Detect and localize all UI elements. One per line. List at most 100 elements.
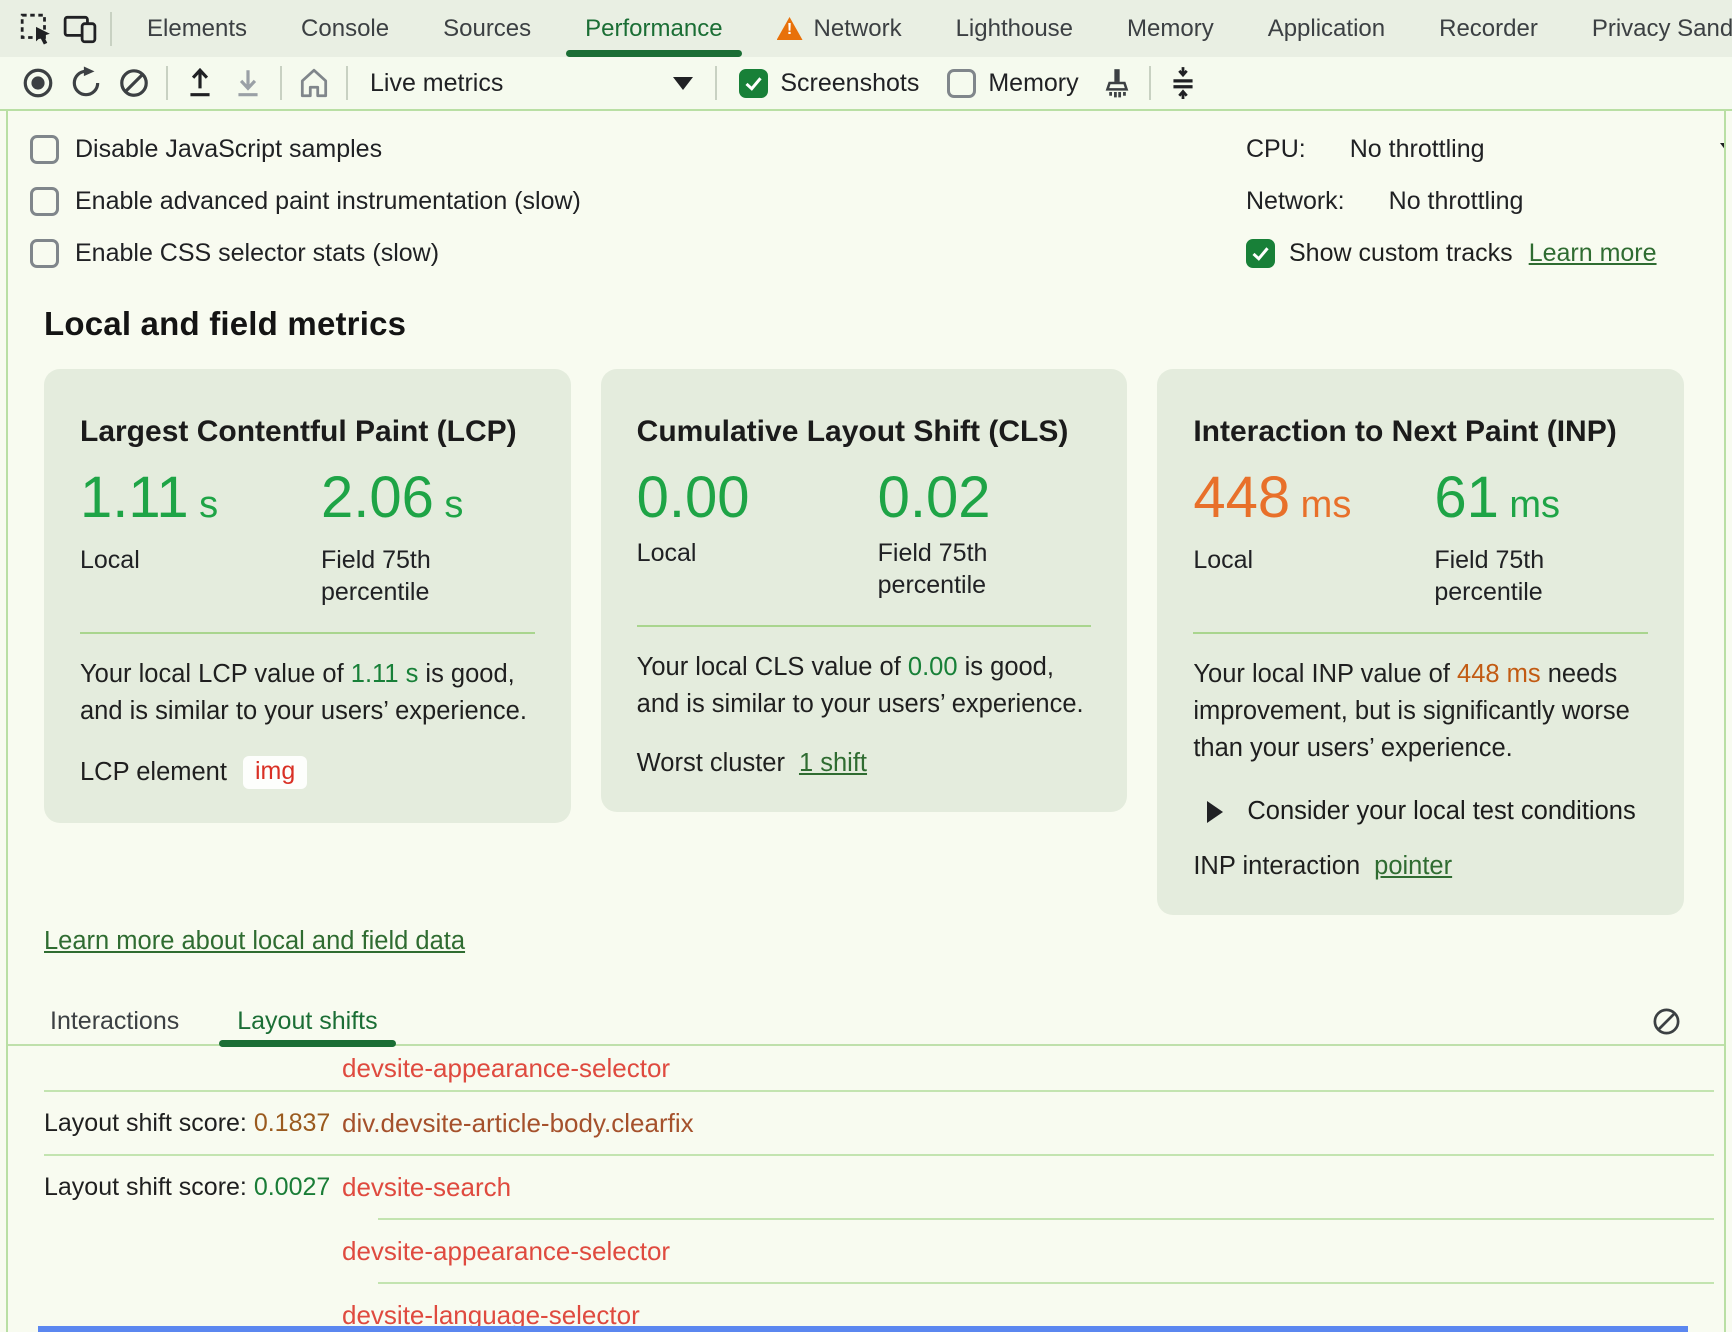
node-link[interactable]: devsite-appearance-selector <box>342 1236 1724 1267</box>
network-value: No throttling <box>1389 187 1524 216</box>
inp-card: Interaction to Next Paint (INP) 448 ms L… <box>1157 369 1684 915</box>
card-divider <box>637 625 1092 627</box>
inspect-cursor-icon <box>19 12 53 46</box>
tab-console[interactable]: Console <box>274 0 416 57</box>
cls-description: Your local CLS value of 0.00 is good, an… <box>637 649 1092 723</box>
cls-local-value: 0.00 <box>637 467 878 529</box>
cls-card-title: Cumulative Layout Shift (CLS) <box>637 415 1092 449</box>
tab-performance[interactable]: Performance <box>558 0 749 57</box>
lcp-element-node-link[interactable]: img <box>243 756 307 789</box>
custom-tracks-checkbox[interactable] <box>1246 239 1275 268</box>
screenshots-label: Screenshots <box>780 69 919 98</box>
custom-tracks-row[interactable]: Show custom tracks Learn more <box>1246 227 1726 279</box>
cls-card: Cumulative Layout Shift (CLS) 0.00 Local… <box>601 369 1128 812</box>
tab-network[interactable]: Network <box>750 0 929 57</box>
disable-js-samples-checkbox[interactable] <box>30 135 59 164</box>
card-divider <box>1193 632 1648 634</box>
throttling-settings: CPU: No throttling Network: No throttlin… <box>1246 123 1726 279</box>
worst-cluster-link[interactable]: 1 shift <box>799 749 867 778</box>
tab-label: Performance <box>585 15 722 43</box>
tab-lighthouse[interactable]: Lighthouse <box>929 0 1100 57</box>
toolbar-separator <box>715 66 717 100</box>
record-button[interactable] <box>14 61 62 105</box>
cpu-value: No throttling <box>1350 135 1485 164</box>
upload-icon <box>183 66 217 100</box>
custom-tracks-learn-more-link[interactable]: Learn more <box>1529 239 1657 268</box>
tab-layout-shifts[interactable]: Layout shifts <box>217 997 397 1045</box>
save-profile-button[interactable] <box>224 61 272 105</box>
memory-checkbox[interactable] <box>947 69 976 98</box>
tab-label: Elements <box>147 15 247 43</box>
inspect-element-button[interactable] <box>14 7 58 51</box>
clear-icon <box>117 66 151 100</box>
advanced-paint-checkbox[interactable] <box>30 187 59 216</box>
inp-local-label: Local <box>1193 544 1403 576</box>
css-selector-stats-checkbox[interactable] <box>30 239 59 268</box>
screenshots-checkbox[interactable] <box>739 69 768 98</box>
log-tab-label: Layout shifts <box>237 1007 377 1036</box>
selection-scrollbar[interactable] <box>38 1326 1688 1332</box>
tab-application[interactable]: Application <box>1241 0 1412 57</box>
node-link[interactable]: devsite-appearance-selector <box>342 1053 1724 1084</box>
layout-shift-row[interactable]: devsite-language-selector <box>8 1284 1724 1332</box>
layout-shift-row[interactable]: Layout shift score: 0.1837 div.devsite-a… <box>8 1092 1724 1154</box>
worst-cluster-label: Worst cluster <box>637 749 785 778</box>
chevron-down-icon <box>673 77 693 90</box>
tab-elements[interactable]: Elements <box>120 0 274 57</box>
collapse-button[interactable] <box>1159 61 1207 105</box>
gc-button[interactable] <box>1093 61 1141 105</box>
cpu-throttling-select[interactable]: CPU: No throttling <box>1246 123 1726 175</box>
screenshots-checkbox-row[interactable]: Screenshots <box>739 69 919 98</box>
reload-and-record-button[interactable] <box>62 61 110 105</box>
inp-field-value: 61 ms <box>1434 467 1648 536</box>
tab-label: Application <box>1268 15 1385 43</box>
reload-icon <box>69 66 103 100</box>
tab-label: Privacy Sand <box>1592 15 1732 43</box>
local-test-conditions-expander[interactable]: Consider your local test conditions <box>1193 797 1648 826</box>
devtools-tabbar: Elements Console Sources Performance Net… <box>0 0 1732 57</box>
metric-cards: Largest Contentful Paint (LCP) 1.11 s Lo… <box>44 369 1684 915</box>
tab-recorder[interactable]: Recorder <box>1412 0 1565 57</box>
memory-checkbox-row[interactable]: Memory <box>947 69 1078 98</box>
network-label: Network: <box>1246 187 1345 216</box>
inp-description: Your local INP value of 448 ms needs imp… <box>1193 656 1648 767</box>
css-selector-stats-label: Enable CSS selector stats (slow) <box>75 239 439 268</box>
toolbar-separator <box>110 12 112 46</box>
tab-label: Console <box>301 15 389 43</box>
device-toolbar-button[interactable] <box>58 7 102 51</box>
log-tabs: Interactions Layout shifts <box>8 998 1724 1046</box>
device-toolbar-icon <box>63 12 97 46</box>
memory-label: Memory <box>988 69 1078 98</box>
block-icon <box>1651 1006 1682 1037</box>
tab-sources[interactable]: Sources <box>416 0 558 57</box>
tab-privacy-sandbox[interactable]: Privacy Sand <box>1565 0 1732 57</box>
lcp-local-label: Local <box>80 544 290 576</box>
load-profile-button[interactable] <box>176 61 224 105</box>
clear-log-button[interactable] <box>1648 1003 1684 1039</box>
performance-toolbar: Live metrics Screenshots Memory <box>0 57 1732 111</box>
performance-panel-body: Disable JavaScript samples Enable advanc… <box>6 111 1726 1332</box>
layout-shift-row[interactable]: Layout shift score: 0.0027 devsite-searc… <box>8 1156 1724 1218</box>
learn-more-field-data-link[interactable]: Learn more about local and field data <box>44 927 465 956</box>
inp-interaction-link[interactable]: pointer <box>1374 852 1452 881</box>
tab-memory[interactable]: Memory <box>1100 0 1241 57</box>
lcp-card: Largest Contentful Paint (LCP) 1.11 s Lo… <box>44 369 571 823</box>
network-throttling-select[interactable]: Network: No throttling <box>1246 175 1726 227</box>
node-link[interactable]: div.devsite-article-body.clearfix <box>342 1108 1724 1139</box>
view-mode-select[interactable]: Live metrics <box>356 69 707 98</box>
cls-field-label: Field 75th percentile <box>878 537 1088 601</box>
clear-button[interactable] <box>110 61 158 105</box>
lcp-field-label: Field 75th percentile <box>321 544 531 608</box>
tab-label: Network <box>814 15 902 43</box>
tab-label: Memory <box>1127 15 1214 43</box>
local-test-conditions-label: Consider your local test conditions <box>1247 797 1635 826</box>
score-label: Layout shift score: <box>44 1173 254 1201</box>
layout-shift-row[interactable]: devsite-appearance-selector <box>8 1220 1724 1282</box>
home-button[interactable] <box>290 61 338 105</box>
node-link[interactable]: devsite-search <box>342 1172 1724 1203</box>
layout-shift-row[interactable]: devsite-appearance-selector <box>8 1046 1724 1090</box>
chevron-down-icon <box>1720 143 1726 156</box>
disable-js-samples-label: Disable JavaScript samples <box>75 135 382 164</box>
inp-card-title: Interaction to Next Paint (INP) <box>1193 415 1648 449</box>
tab-interactions[interactable]: Interactions <box>30 997 199 1045</box>
